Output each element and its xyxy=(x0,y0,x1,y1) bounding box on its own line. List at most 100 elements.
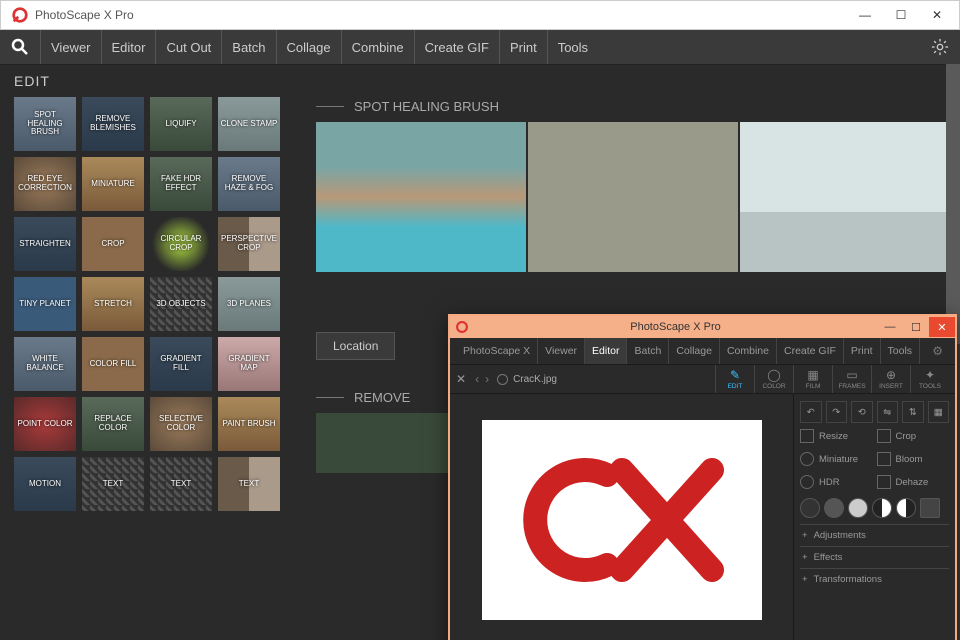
tool-paint-brush[interactable]: PAINT BRUSH xyxy=(218,397,280,451)
minimize-button[interactable]: — xyxy=(847,1,883,29)
tool-3d-planes[interactable]: 3D PLANES xyxy=(218,277,280,331)
menu-print[interactable]: Print xyxy=(499,30,547,64)
crop-button[interactable]: Crop xyxy=(877,426,950,446)
tool-stretch[interactable]: STRETCH xyxy=(82,277,144,331)
miniature-button[interactable]: Miniature xyxy=(800,449,873,469)
tool-clone-stamp[interactable]: CLONE STAMP xyxy=(218,97,280,151)
acc-effects[interactable]: +Effects xyxy=(800,546,949,568)
tool-crop[interactable]: CROP xyxy=(82,217,144,271)
preview-thumb[interactable] xyxy=(316,122,526,272)
frames-icon: ▭ xyxy=(846,368,857,382)
bloom-button[interactable]: Bloom xyxy=(877,449,950,469)
close-button[interactable]: ✕ xyxy=(919,1,955,29)
swatch[interactable] xyxy=(848,498,868,518)
location-button[interactable]: Location xyxy=(316,332,395,360)
editor-settings[interactable]: ⚙ xyxy=(926,344,949,358)
menu-creategif[interactable]: Create GIF xyxy=(414,30,499,64)
tool-3d-objects[interactable]: 3D OBJECTS xyxy=(150,277,212,331)
prev-icon[interactable]: ‹ xyxy=(475,372,479,386)
editor-menubar: PhotoScape X Viewer Editor Batch Collage… xyxy=(450,338,955,365)
settings-button[interactable] xyxy=(928,35,952,59)
editor-maximize[interactable]: ☐ xyxy=(903,317,929,337)
menu-editor[interactable]: Editor xyxy=(101,30,156,64)
plus-icon: + xyxy=(802,552,808,563)
tool-text-3[interactable]: TEXT xyxy=(218,457,280,511)
titlebar: PhotoScape X Pro — ☐ ✕ xyxy=(0,0,960,30)
rotate-cw-icon[interactable]: ↷ xyxy=(826,401,848,423)
tool-spot-healing[interactable]: SPOT HEALING BRUSH xyxy=(14,97,76,151)
home-button[interactable] xyxy=(8,35,32,59)
dehaze-button[interactable]: Dehaze xyxy=(877,472,950,492)
film-icon: ▦ xyxy=(807,368,818,382)
menu-tools[interactable]: Tools xyxy=(547,30,598,64)
fmenu-editor[interactable]: Editor xyxy=(585,338,627,364)
tab-film[interactable]: ▦FILM xyxy=(793,365,832,393)
flip-v-icon[interactable]: ⇅ xyxy=(902,401,924,423)
tab-tools[interactable]: ✦TOOLS xyxy=(910,365,949,393)
resize-button[interactable]: Resize xyxy=(800,426,873,446)
tool-motion[interactable]: MOTION xyxy=(14,457,76,511)
tool-point-color[interactable]: POINT COLOR xyxy=(14,397,76,451)
tool-red-eye[interactable]: RED EYE CORRECTION xyxy=(14,157,76,211)
tool-liquify[interactable]: LIQUIFY xyxy=(150,97,212,151)
menu-batch[interactable]: Batch xyxy=(221,30,275,64)
tool-perspective-crop[interactable]: PERSPECTIVE CROP xyxy=(218,217,280,271)
swatch[interactable] xyxy=(896,498,916,518)
preview-thumb[interactable] xyxy=(528,122,738,272)
maximize-button[interactable]: ☐ xyxy=(883,1,919,29)
swatch-drop-icon[interactable] xyxy=(920,498,940,518)
fmenu-viewer[interactable]: Viewer xyxy=(538,338,585,364)
tool-miniature[interactable]: MINIATURE xyxy=(82,157,144,211)
tool-selective-color[interactable]: SELECTIVE COLOR xyxy=(150,397,212,451)
menu-combine[interactable]: Combine xyxy=(341,30,414,64)
editor-minimize[interactable]: — xyxy=(877,317,903,337)
swatch[interactable] xyxy=(824,498,844,518)
image-preview xyxy=(482,420,762,620)
editor-close[interactable]: ✕ xyxy=(929,317,955,337)
canvas[interactable] xyxy=(450,394,793,640)
fmenu-collage[interactable]: Collage xyxy=(669,338,720,364)
tool-text-1[interactable]: TEXT xyxy=(82,457,144,511)
tool-circular-crop[interactable]: CIRCULAR CROP xyxy=(150,217,212,271)
fmenu-photoscape[interactable]: PhotoScape X xyxy=(456,338,538,364)
swatch[interactable] xyxy=(872,498,892,518)
acc-transformations[interactable]: +Transformations xyxy=(800,568,949,590)
tool-gradient-fill[interactable]: GRADIENT FILL xyxy=(150,337,212,391)
tool-white-balance[interactable]: WHITE BALANCE xyxy=(14,337,76,391)
close-file-icon[interactable]: ✕ xyxy=(456,372,466,386)
tool-tiny-planet[interactable]: TINY PLANET xyxy=(14,277,76,331)
tab-frames[interactable]: ▭FRAMES xyxy=(832,365,871,393)
rotate-ccw-icon[interactable]: ↶ xyxy=(800,401,822,423)
fmenu-tools[interactable]: Tools xyxy=(881,338,921,364)
next-icon[interactable]: › xyxy=(485,372,489,386)
tool-remove-haze[interactable]: REMOVE HAZE & FOG xyxy=(218,157,280,211)
fmenu-batch[interactable]: Batch xyxy=(627,338,669,364)
tool-straighten[interactable]: STRAIGHTEN xyxy=(14,217,76,271)
menu-viewer[interactable]: Viewer xyxy=(40,30,101,64)
cx-logo-icon xyxy=(512,445,732,595)
flip-h-icon[interactable]: ⇋ xyxy=(877,401,899,423)
trash-icon[interactable]: ▦ xyxy=(928,401,950,423)
fmenu-combine[interactable]: Combine xyxy=(720,338,777,364)
tab-color[interactable]: ◯COLOR xyxy=(754,365,793,393)
acc-adjustments[interactable]: +Adjustments xyxy=(800,524,949,546)
preview-thumb[interactable] xyxy=(740,122,950,272)
tab-edit[interactable]: ✎EDIT xyxy=(715,365,754,393)
tool-fake-hdr[interactable]: FAKE HDR EFFECT xyxy=(150,157,212,211)
tab-insert[interactable]: ⊕INSERT xyxy=(871,365,910,393)
menu-cutout[interactable]: Cut Out xyxy=(155,30,221,64)
tool-replace-color[interactable]: REPLACE COLOR xyxy=(82,397,144,451)
menu-collage[interactable]: Collage xyxy=(276,30,341,64)
tool-color-fill[interactable]: COLOR FILL xyxy=(82,337,144,391)
hdr-button[interactable]: HDR xyxy=(800,472,873,492)
tool-text-2[interactable]: TEXT xyxy=(150,457,212,511)
tool-remove-blemishes[interactable]: REMOVE BLEMISHES xyxy=(82,97,144,151)
tool-gradient-map[interactable]: GRADIENT MAP xyxy=(218,337,280,391)
rotate-icon[interactable]: ⟲ xyxy=(851,401,873,423)
editor-title: PhotoScape X Pro xyxy=(474,321,877,333)
section-spot-healing: SPOT HEALING BRUSH xyxy=(316,99,950,114)
preview-strip xyxy=(316,122,950,272)
fmenu-creategif[interactable]: Create GIF xyxy=(777,338,844,364)
swatch[interactable] xyxy=(800,498,820,518)
fmenu-print[interactable]: Print xyxy=(844,338,881,364)
